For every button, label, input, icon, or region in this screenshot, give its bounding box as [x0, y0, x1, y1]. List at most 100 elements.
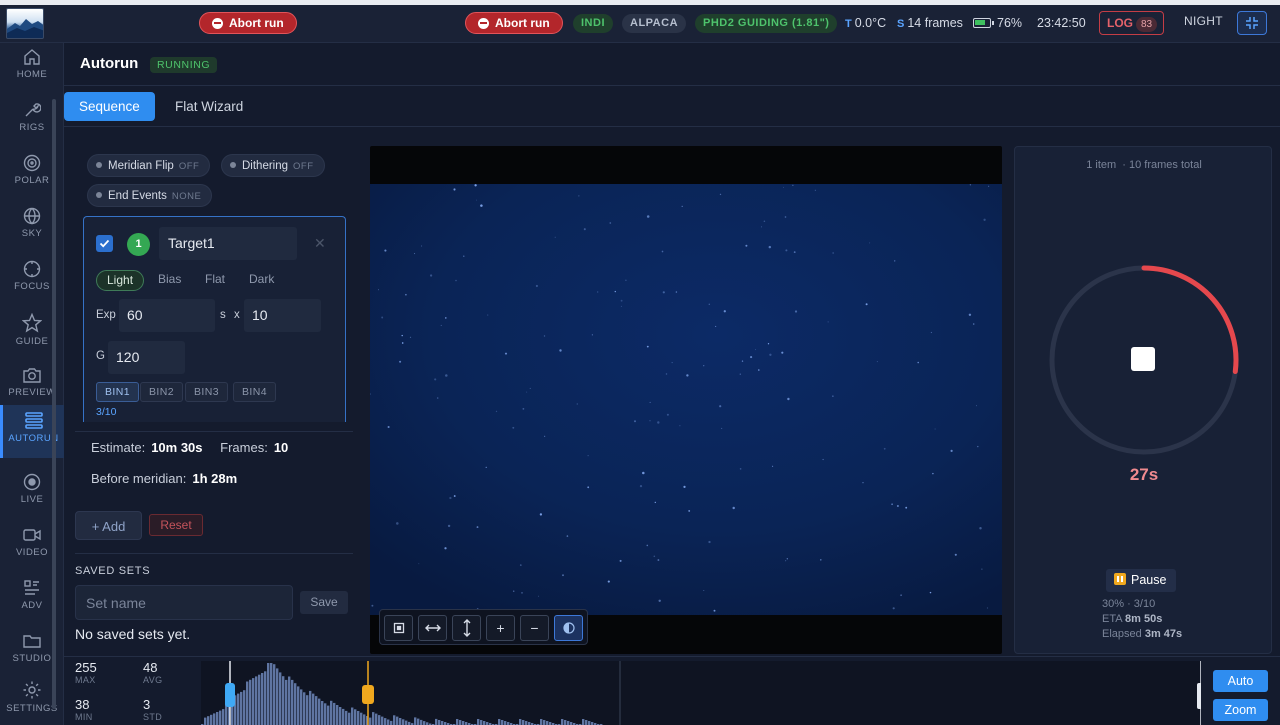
bin3-button[interactable]: BIN3: [185, 382, 228, 402]
abort-run-button-secondary[interactable]: Abort run: [465, 12, 563, 34]
night-mode-button[interactable]: NIGHT: [1184, 14, 1223, 28]
star: [761, 226, 763, 228]
tab-sequence[interactable]: Sequence: [64, 92, 155, 121]
elapsed-text: Elapsed 3m 47s: [1102, 628, 1183, 640]
histogram-bin: [567, 721, 570, 725]
target-enabled-checkbox[interactable]: [96, 235, 113, 252]
stack-icon: [24, 412, 43, 429]
star: [418, 563, 420, 565]
midtone-handle[interactable]: [362, 685, 374, 704]
phd2-status-pill[interactable]: PHD2 GUIDING (1.81"): [695, 14, 838, 33]
run-summary: 1 item · 10 frames total: [1086, 159, 1202, 171]
star: [597, 291, 599, 293]
bin4-button[interactable]: BIN4: [233, 382, 276, 402]
black-point-handle[interactable]: [225, 683, 235, 707]
count-input[interactable]: 10: [244, 299, 321, 332]
fit-icon[interactable]: [384, 615, 413, 641]
target-progress: 3/10: [96, 406, 117, 418]
sidebar-scrollbar[interactable]: [52, 99, 56, 709]
star: [739, 373, 741, 375]
type-tab-bias[interactable]: Bias: [148, 270, 191, 291]
run-progress-text: 30% · 3/10: [1102, 598, 1156, 610]
star: [554, 236, 556, 238]
histogram-bin: [324, 703, 327, 725]
exposure-input[interactable]: 60: [119, 299, 215, 332]
histogram[interactable]: [201, 661, 1201, 725]
star: [679, 425, 681, 427]
histogram-bin: [357, 711, 360, 725]
alpaca-status-pill[interactable]: ALPACA: [622, 14, 687, 33]
bin2-button[interactable]: BIN2: [140, 382, 183, 402]
histogram-bin: [372, 712, 375, 725]
stat-std: 3 STD: [143, 697, 163, 723]
add-target-button[interactable]: + Add: [75, 511, 142, 540]
star: [750, 356, 753, 359]
meridian-flip-chip[interactable]: Meridian Flip OFF: [87, 154, 211, 177]
app-logo[interactable]: [6, 8, 44, 39]
histogram-bin: [546, 721, 549, 725]
reset-button[interactable]: Reset: [149, 514, 203, 536]
histogram-auto-button[interactable]: Auto: [1213, 670, 1268, 692]
gain-input[interactable]: 120: [108, 341, 185, 374]
set-name-input[interactable]: Set name: [75, 585, 293, 620]
white-point-handle[interactable]: [1197, 683, 1201, 709]
target-icon: [23, 154, 41, 172]
fit-height-icon[interactable]: [452, 615, 481, 641]
tab-flat-wizard[interactable]: Flat Wizard: [160, 92, 258, 121]
star: [862, 482, 864, 484]
star: [653, 555, 656, 558]
star: [787, 397, 790, 401]
fullscreen-button[interactable]: [1237, 11, 1267, 35]
log-button[interactable]: LOG 83: [1099, 11, 1165, 35]
star: [485, 466, 487, 469]
preview-image[interactable]: [370, 184, 1002, 615]
histogram-bin: [405, 720, 408, 725]
pause-button[interactable]: Pause: [1106, 569, 1177, 592]
bin1-button[interactable]: BIN1: [96, 382, 139, 402]
star: [950, 449, 953, 453]
target-name-input[interactable]: Target1: [159, 227, 297, 260]
type-tab-flat[interactable]: Flat: [195, 270, 235, 291]
star: [487, 314, 489, 316]
histogram-bin: [243, 690, 246, 725]
grid-list-icon: [24, 580, 39, 595]
save-set-button[interactable]: Save: [300, 591, 348, 614]
star: [785, 249, 788, 252]
star: [566, 535, 569, 537]
star: [384, 249, 387, 252]
type-tab-dark[interactable]: Dark: [239, 270, 284, 291]
contrast-icon[interactable]: [554, 615, 583, 641]
star: [535, 284, 538, 288]
histogram-bin: [318, 698, 321, 725]
type-tab-light[interactable]: Light: [96, 270, 145, 291]
abort-run-button[interactable]: Abort run: [199, 12, 297, 34]
image-viewer[interactable]: [370, 146, 1002, 654]
star: [981, 568, 983, 570]
histogram-zoom-button[interactable]: Zoom: [1213, 699, 1268, 721]
histogram-bin: [285, 679, 288, 725]
indi-status-pill[interactable]: INDI: [573, 14, 613, 33]
sidebar-item-home[interactable]: HOME: [0, 43, 64, 96]
star: [538, 595, 540, 597]
zoom-out-icon[interactable]: −: [520, 615, 549, 641]
histogram-bin: [360, 712, 363, 725]
zoom-in-icon[interactable]: +: [486, 615, 515, 641]
histogram-bin: [321, 701, 324, 725]
stop-button[interactable]: [1131, 347, 1155, 371]
close-icon[interactable]: ✕: [314, 235, 326, 252]
temperature-readout: T 0.0°C: [845, 16, 887, 30]
star: [755, 349, 757, 351]
end-events-chip[interactable]: End Events NONE: [87, 184, 213, 207]
star: [781, 351, 784, 354]
dithering-chip[interactable]: Dithering OFF: [221, 154, 325, 177]
star: [794, 310, 798, 313]
fit-width-icon[interactable]: [418, 615, 447, 641]
star: [865, 303, 868, 306]
histogram-bin: [210, 714, 213, 725]
star: [681, 205, 683, 208]
star: [719, 405, 722, 408]
histogram-bin: [249, 679, 252, 725]
star: [930, 331, 933, 334]
star: [449, 496, 452, 500]
histogram-bin: [297, 686, 300, 725]
